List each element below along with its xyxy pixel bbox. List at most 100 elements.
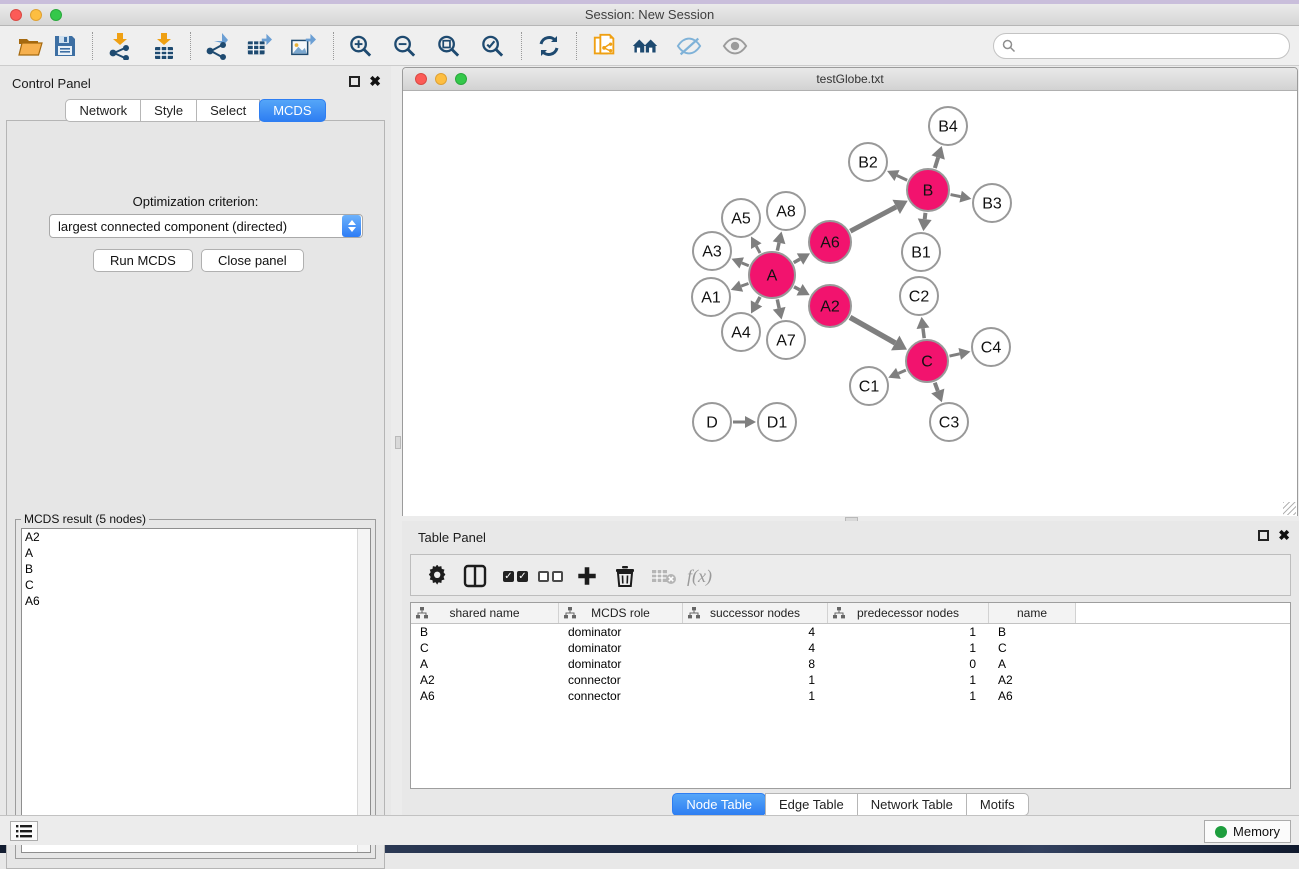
- refresh-icon[interactable]: [536, 33, 562, 59]
- mcds-result-item[interactable]: A6: [22, 593, 370, 609]
- cell-name[interactable]: A2: [989, 672, 1076, 688]
- mcds-result-item[interactable]: A2: [22, 529, 370, 545]
- clone-network-icon[interactable]: [592, 33, 618, 59]
- edge-A-A4[interactable]: [757, 297, 761, 303]
- zoom-fit-icon[interactable]: [436, 33, 462, 59]
- tab-node-table[interactable]: Node Table: [672, 793, 766, 816]
- vertical-splitter-handle[interactable]: [395, 436, 401, 449]
- cell-name[interactable]: C: [989, 640, 1076, 656]
- add-icon[interactable]: [576, 563, 598, 589]
- network-close-button[interactable]: [415, 73, 427, 85]
- export-network-icon[interactable]: [205, 33, 231, 59]
- tab-style[interactable]: Style: [140, 99, 197, 122]
- column-header-name[interactable]: name: [989, 603, 1076, 623]
- edge-C-C2[interactable]: [923, 328, 924, 338]
- edge-A-A5[interactable]: [756, 246, 760, 253]
- task-history-button[interactable]: [10, 821, 38, 841]
- import-table-icon[interactable]: [151, 33, 177, 59]
- tab-edge-table[interactable]: Edge Table: [765, 793, 858, 816]
- network-minimize-button[interactable]: [435, 73, 447, 85]
- zoom-window-button[interactable]: [50, 9, 62, 21]
- cell-successor-nodes[interactable]: 8: [683, 656, 828, 672]
- table-row[interactable]: Adominator80A: [411, 656, 1290, 672]
- network-graph[interactable]: B4B2BB3A5A8A6A3AB1A1C2A2A4A7CC4C1C3DD1: [403, 92, 1297, 516]
- edge-C-C1[interactable]: [898, 370, 905, 373]
- cell-shared-name[interactable]: C: [411, 640, 559, 656]
- cell-predecessor-nodes[interactable]: 1: [828, 640, 989, 656]
- edge-A2-C[interactable]: [850, 317, 895, 343]
- show-details-icon[interactable]: [722, 33, 748, 59]
- tab-motifs[interactable]: Motifs: [966, 793, 1029, 816]
- edge-B-B4[interactable]: [935, 157, 938, 168]
- cell-successor-nodes[interactable]: 4: [683, 624, 828, 640]
- delete-icon[interactable]: [615, 563, 635, 589]
- import-network-icon[interactable]: [107, 33, 133, 59]
- cell-name[interactable]: A: [989, 656, 1076, 672]
- mcds-result-item[interactable]: C: [22, 577, 370, 593]
- cell-predecessor-nodes[interactable]: 1: [828, 624, 989, 640]
- table-float-panel-icon[interactable]: [1258, 530, 1269, 541]
- cell-shared-name[interactable]: A6: [411, 688, 559, 704]
- tab-mcds[interactable]: MCDS: [259, 99, 325, 122]
- zoom-out-icon[interactable]: [392, 33, 418, 59]
- cell-predecessor-nodes[interactable]: 0: [828, 656, 989, 672]
- table-close-panel-icon[interactable]: ✖: [1278, 530, 1290, 541]
- edge-A6-B[interactable]: [850, 207, 896, 231]
- cell-mcds-role[interactable]: dominator: [559, 640, 683, 656]
- cell-shared-name[interactable]: B: [411, 624, 559, 640]
- zoom-selected-icon[interactable]: [480, 33, 506, 59]
- show-column-icon[interactable]: [463, 563, 487, 589]
- mcds-result-list[interactable]: A2ABCA6: [21, 528, 371, 853]
- column-header-mcds-role[interactable]: MCDS role: [559, 603, 683, 623]
- zoom-in-icon[interactable]: [348, 33, 374, 59]
- tab-select[interactable]: Select: [196, 99, 260, 122]
- node-table[interactable]: shared nameMCDS rolesuccessor nodesprede…: [410, 602, 1291, 789]
- cell-name[interactable]: B: [989, 624, 1076, 640]
- float-panel-icon[interactable]: [349, 76, 360, 87]
- network-window-titlebar[interactable]: testGlobe.txt: [403, 68, 1297, 91]
- mcds-result-item[interactable]: B: [22, 561, 370, 577]
- memory-button[interactable]: Memory: [1204, 820, 1291, 843]
- cell-successor-nodes[interactable]: 1: [683, 672, 828, 688]
- tab-network-table[interactable]: Network Table: [857, 793, 967, 816]
- table-header[interactable]: shared nameMCDS rolesuccessor nodesprede…: [411, 603, 1290, 624]
- table-row[interactable]: A2connector11A2: [411, 672, 1290, 688]
- cell-successor-nodes[interactable]: 1: [683, 688, 828, 704]
- hide-details-icon[interactable]: [676, 33, 702, 59]
- mcds-result-item[interactable]: A: [22, 545, 370, 561]
- table-row[interactable]: Cdominator41C: [411, 640, 1290, 656]
- export-table-icon[interactable]: [246, 33, 272, 59]
- column-header-shared-name[interactable]: shared name: [411, 603, 559, 623]
- open-session-icon[interactable]: [17, 33, 43, 59]
- table-body[interactable]: Bdominator41BCdominator41CAdominator80AA…: [411, 624, 1290, 704]
- cell-successor-nodes[interactable]: 4: [683, 640, 828, 656]
- edge-B-B1[interactable]: [925, 213, 926, 219]
- close-panel-icon[interactable]: ✖: [369, 76, 381, 87]
- edge-A-A2[interactable]: [794, 287, 800, 290]
- cell-predecessor-nodes[interactable]: 1: [828, 688, 989, 704]
- edge-A-A1[interactable]: [741, 283, 748, 286]
- select-all-icon[interactable]: ✓✓: [503, 563, 528, 589]
- search-input[interactable]: [1016, 36, 1289, 56]
- edge-B-B3[interactable]: [951, 195, 961, 197]
- edge-C-C4[interactable]: [949, 354, 959, 356]
- unselect-all-icon[interactable]: [538, 563, 563, 589]
- search-field[interactable]: [993, 33, 1290, 59]
- edge-A-A6[interactable]: [794, 259, 800, 263]
- delete-table-icon[interactable]: [651, 563, 677, 589]
- edge-A-A7[interactable]: [777, 299, 779, 308]
- result-scrollbar[interactable]: [357, 529, 370, 852]
- settings-gear-icon[interactable]: [427, 563, 449, 589]
- tab-network[interactable]: Network: [65, 99, 141, 122]
- column-header-predecessor-nodes[interactable]: predecessor nodes: [828, 603, 989, 623]
- close-window-button[interactable]: [10, 9, 22, 21]
- network-zoom-button[interactable]: [455, 73, 467, 85]
- edge-B-B2[interactable]: [897, 176, 907, 181]
- network-canvas[interactable]: B4B2BB3A5A8A6A3AB1A1C2A2A4A7CC4C1C3DD1: [403, 92, 1297, 516]
- table-row[interactable]: A6connector11A6: [411, 688, 1290, 704]
- cell-predecessor-nodes[interactable]: 1: [828, 672, 989, 688]
- optimization-dropdown[interactable]: largest connected component (directed): [49, 214, 363, 238]
- edge-A-A3[interactable]: [742, 263, 749, 266]
- save-session-icon[interactable]: [52, 33, 78, 59]
- cell-mcds-role[interactable]: dominator: [559, 656, 683, 672]
